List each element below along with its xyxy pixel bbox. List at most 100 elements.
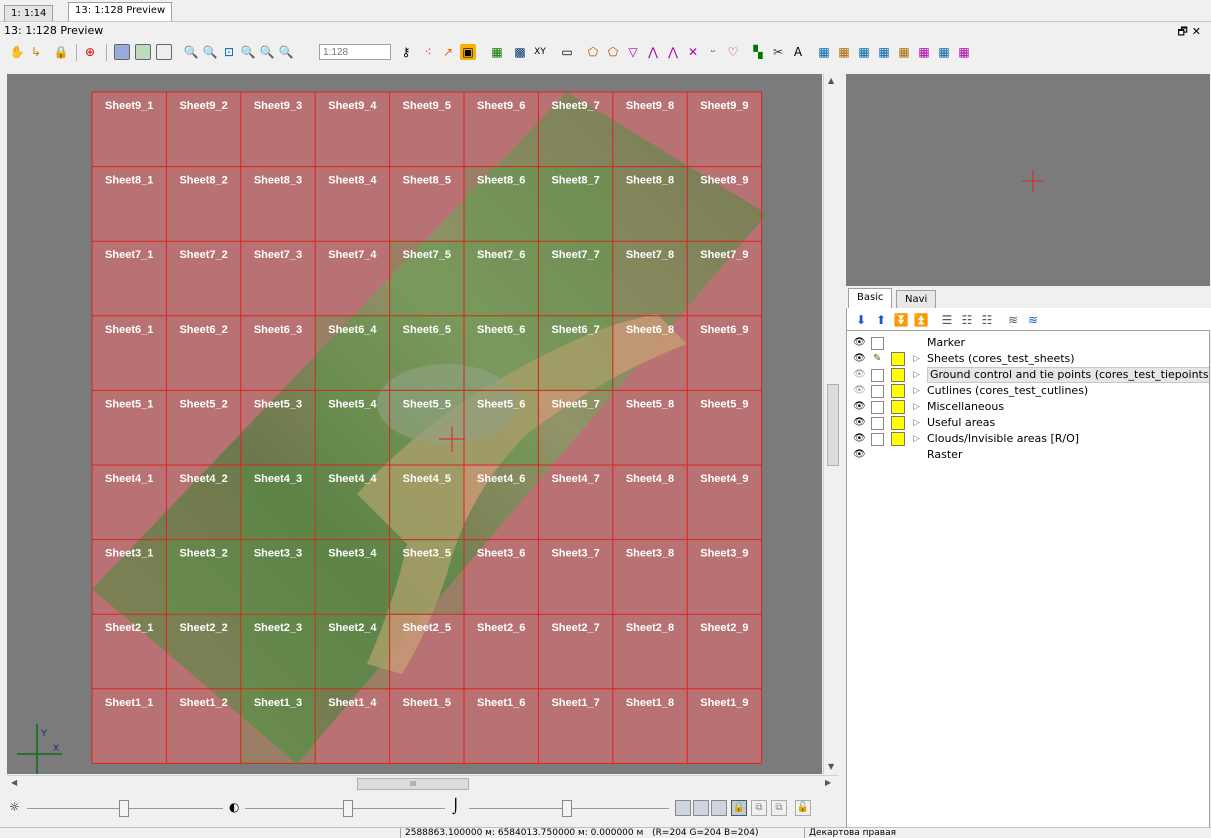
move-bottom-icon[interactable]: ⏬	[893, 312, 909, 328]
zoom-layer-icon[interactable]: 🔍	[240, 44, 256, 60]
layer-row-useful-areas[interactable]: 👁 ▷ Useful areas	[847, 415, 1207, 431]
polygon-2-icon[interactable]: ⬠	[605, 44, 621, 60]
scroll-left-icon[interactable]: ◀	[11, 778, 17, 787]
layer-color-swatch[interactable]	[891, 352, 905, 366]
restore-icon[interactable]: 🗗	[1177, 25, 1191, 38]
lock-point-icon[interactable]: 🔒	[53, 44, 69, 60]
mosaic-3-icon[interactable]: ▦	[856, 44, 872, 60]
vertex-3-icon[interactable]: ♡	[725, 44, 741, 60]
key-icon[interactable]: ⚷	[398, 44, 414, 60]
unlock-icon[interactable]: 🔓	[795, 800, 811, 816]
map-svg[interactable]: Sheet9_1 Sheet9_2 Sheet9_3 Sheet9_4 Sheet9_5…	[7, 74, 822, 774]
copy-icon[interactable]: ⧉	[751, 800, 767, 816]
visibility-eye-icon[interactable]: 👁	[853, 383, 866, 399]
contrast-slider-handle[interactable]	[343, 800, 353, 817]
move-top-icon[interactable]: ⏫	[913, 312, 929, 328]
expand-arrow-icon[interactable]: ▷	[913, 367, 920, 383]
vertical-scroll-thumb[interactable]	[827, 384, 839, 466]
layer-checkbox[interactable]	[871, 337, 884, 350]
expand-arrow-icon[interactable]: ▷	[913, 415, 920, 431]
band-1-button[interactable]	[675, 800, 691, 816]
tab-1-128-preview[interactable]: 13: 1:128 Preview	[68, 2, 173, 22]
points-icon[interactable]: ⁖	[420, 44, 436, 60]
xy-icon[interactable]: XY	[532, 44, 548, 60]
brightness-slider-handle[interactable]	[119, 800, 129, 817]
zoom-scale-icon[interactable]: 🔍	[278, 44, 294, 60]
mosaic-5-icon[interactable]: ▦	[896, 44, 912, 60]
visibility-eye-icon[interactable]: 👁	[853, 447, 866, 463]
layer-color-swatch[interactable]	[891, 400, 905, 414]
raster-info-icon[interactable]: ▦	[489, 44, 505, 60]
polygon-1-icon[interactable]: ⬠	[585, 44, 601, 60]
view-mode-3-icon[interactable]	[156, 44, 172, 60]
layer-color-swatch[interactable]	[891, 368, 905, 382]
layer-props-1-icon[interactable]: ☰	[939, 312, 955, 328]
polyline-1-icon[interactable]: ⋀	[645, 44, 661, 60]
visibility-eye-icon[interactable]: 👁	[853, 351, 866, 367]
zoom-in-icon[interactable]: 🔍	[183, 44, 199, 60]
edit-pencil-icon[interactable]: ✎	[873, 351, 881, 367]
tab-1-14[interactable]: 1: 1:14	[4, 5, 54, 21]
scale-input[interactable]	[319, 44, 391, 60]
visibility-eye-icon[interactable]: 👁	[853, 431, 866, 447]
grid-tool-icon[interactable]: ▚	[750, 44, 766, 60]
view-mode-2-icon[interactable]	[135, 44, 151, 60]
scroll-up-icon[interactable]: ▲	[828, 76, 834, 85]
tab-navi[interactable]: Navi	[896, 290, 937, 308]
layer-row-sheets[interactable]: 👁 ✎ ▷ Sheets (cores_test_sheets)	[847, 351, 1207, 367]
layers-stack-icon[interactable]: ≋	[1005, 312, 1021, 328]
paste-icon[interactable]: ⧉	[771, 800, 787, 816]
layer-row-miscellaneous[interactable]: 👁 ▷ Miscellaneous	[847, 399, 1207, 415]
layer-row-cutlines[interactable]: 👁 ▷ Cutlines (cores_test_cutlines)	[847, 383, 1207, 399]
layer-props-2-icon[interactable]: ☷	[959, 312, 975, 328]
expand-arrow-icon[interactable]: ▷	[913, 431, 920, 447]
text-tool-icon[interactable]: A	[790, 44, 806, 60]
scroll-down-icon[interactable]: ▼	[828, 762, 834, 771]
move-down-icon[interactable]: ⬇	[853, 312, 869, 328]
layer-row-marker[interactable]: 👁 Marker	[847, 335, 1207, 351]
layer-checkbox[interactable]	[871, 401, 884, 414]
scroll-right-icon[interactable]: ▶	[825, 778, 831, 787]
layer-checkbox[interactable]	[871, 385, 884, 398]
polyline-2-icon[interactable]: ⋀	[665, 44, 681, 60]
layer-row-tiepoints[interactable]: 👁 ▷ Ground control and tie points (cores…	[847, 367, 1209, 383]
mosaic-8-icon[interactable]: ▦	[956, 44, 972, 60]
lock-icon[interactable]: 🔒	[731, 800, 747, 816]
layer-props-3-icon[interactable]: ☷	[979, 312, 995, 328]
add-point-icon[interactable]: ↳	[28, 44, 44, 60]
view-mode-1-icon[interactable]	[114, 44, 130, 60]
zoom-fit-icon[interactable]: ⊡	[221, 44, 237, 60]
image-icon[interactable]: ▭	[559, 44, 575, 60]
layer-row-clouds[interactable]: 👁 ▷ Clouds/Invisible areas [R/O]	[847, 431, 1207, 447]
polygon-3-icon[interactable]: ▽	[625, 44, 641, 60]
gamma-slider-handle[interactable]	[562, 800, 572, 817]
mosaic-4-icon[interactable]: ▦	[876, 44, 892, 60]
vertical-scrollbar[interactable]: ▲ ▼	[823, 74, 840, 774]
mosaic-1-icon[interactable]: ▦	[816, 44, 832, 60]
mosaic-2-icon[interactable]: ▦	[836, 44, 852, 60]
navigator-preview[interactable]	[846, 74, 1210, 286]
horizontal-scroll-thumb[interactable]: III	[357, 778, 469, 790]
layer-checkbox[interactable]	[871, 417, 884, 430]
visibility-eye-icon[interactable]: 👁	[853, 367, 866, 383]
horizontal-scrollbar[interactable]: ◀ III ▶	[7, 775, 839, 792]
mosaic-7-icon[interactable]: ▦	[936, 44, 952, 60]
expand-arrow-icon[interactable]: ▷	[913, 351, 920, 367]
layer-checkbox[interactable]	[871, 369, 884, 382]
crosshair-icon[interactable]: ⊕	[82, 44, 98, 60]
move-up-icon[interactable]: ⬆	[873, 312, 889, 328]
fill-icon[interactable]: ▣	[460, 44, 476, 60]
visibility-eye-icon[interactable]: 👁	[853, 399, 866, 415]
vertex-2-icon[interactable]: ᵕ	[705, 44, 721, 60]
layers-add-icon[interactable]: ≋	[1025, 312, 1041, 328]
layer-color-swatch[interactable]	[891, 432, 905, 446]
layer-color-swatch[interactable]	[891, 416, 905, 430]
expand-arrow-icon[interactable]: ▷	[913, 399, 920, 415]
measure-icon[interactable]: ↗	[440, 44, 456, 60]
visibility-eye-icon[interactable]: 👁	[853, 335, 866, 351]
pan-hand-icon[interactable]: ✋	[9, 44, 25, 60]
band-3-button[interactable]	[711, 800, 727, 816]
zoom-selection-icon[interactable]: 🔍	[259, 44, 275, 60]
zoom-out-icon[interactable]: 🔍	[202, 44, 218, 60]
layer-checkbox[interactable]	[871, 433, 884, 446]
